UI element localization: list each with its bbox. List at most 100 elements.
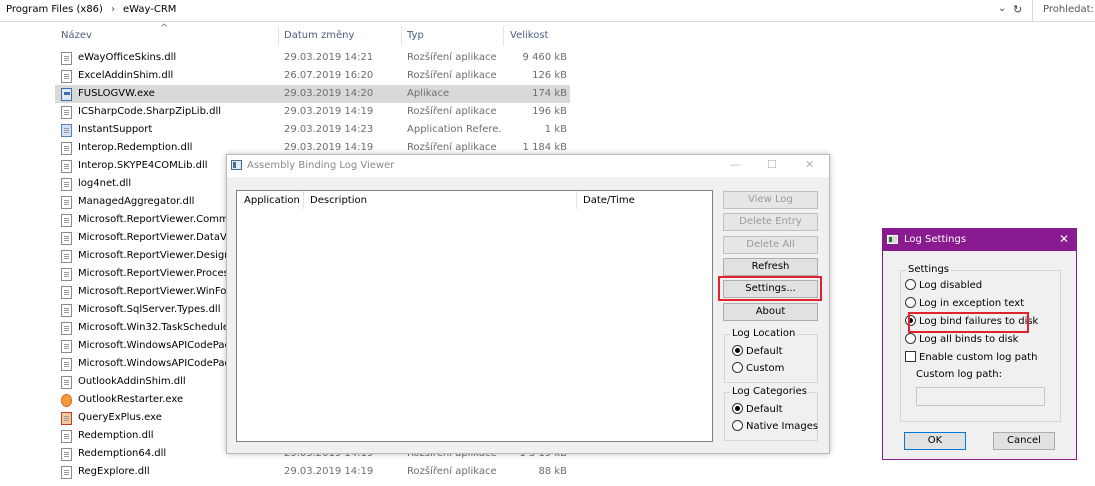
- log-categories-title: Log Categories: [730, 386, 809, 397]
- dll-file-icon: [61, 52, 72, 65]
- column-header-date[interactable]: Datum změny: [284, 30, 354, 41]
- column-header-size[interactable]: Velikost: [510, 30, 548, 41]
- file-type: Rozšíření aplikace: [407, 142, 497, 153]
- list-header-application[interactable]: Application: [244, 195, 300, 206]
- chevron-down-icon[interactable]: ⌄: [998, 3, 1006, 14]
- dll-file-icon: [61, 70, 72, 83]
- log-all-binds-radio[interactable]: Log all binds to disk: [905, 333, 1018, 345]
- app-icon: [231, 160, 242, 170]
- log-exception-radio[interactable]: Log in exception text: [905, 297, 1024, 309]
- radio-selected-icon: [732, 403, 743, 414]
- file-date: 29.03.2019 14:23: [284, 124, 374, 135]
- dll-file-icon: [61, 268, 72, 281]
- radio-unselected-icon: [732, 362, 743, 373]
- viewer-title: Assembly Binding Log Viewer: [247, 160, 395, 171]
- file-size: 1 184 kB: [522, 142, 567, 153]
- list-header-divider[interactable]: [576, 191, 577, 209]
- application-reference-icon: [61, 124, 72, 137]
- column-divider[interactable]: [503, 26, 504, 46]
- file-row[interactable]: RegExplore.dll 29.03.2019 14:19 Rozšíření …: [55, 463, 570, 481]
- file-name: RegExplore.dll: [78, 466, 150, 477]
- location-custom-radio[interactable]: Custom: [732, 362, 784, 374]
- settings-group-title: Settings: [906, 264, 952, 275]
- column-header-name[interactable]: Název: [61, 30, 92, 41]
- column-divider[interactable]: [401, 26, 402, 46]
- viewer-titlebar[interactable]: Assembly Binding Log Viewer — ☐ ✕: [227, 155, 829, 177]
- ok-button[interactable]: OK: [904, 432, 966, 450]
- dll-file-icon: [61, 142, 72, 155]
- file-name: Interop.Redemption.dll: [78, 142, 193, 153]
- list-header-divider[interactable]: [303, 191, 304, 209]
- dll-file-icon: [61, 340, 72, 353]
- delete-entry-button[interactable]: Delete Entry: [723, 213, 818, 231]
- dll-file-icon: [61, 286, 72, 299]
- file-name: ExcelAddinShim.dll: [78, 70, 174, 81]
- enable-custom-path-label: Enable custom log path: [919, 352, 1038, 363]
- file-name: eWayOfficeSkins.dll: [78, 52, 177, 63]
- file-row[interactable]: ExcelAddinShim.dll 26.07.2019 16:20 Rozšíř…: [55, 67, 570, 85]
- dll-file-icon: [61, 448, 72, 461]
- radio-unselected-icon: [905, 333, 916, 344]
- assembly-binding-log-viewer-window: Assembly Binding Log Viewer — ☐ ✕ Applic…: [226, 154, 830, 454]
- exe-file-icon: [61, 88, 72, 101]
- address-bar[interactable]: Program Files (x86) › eWay-CRM ⌄ ↻ Prohled…: [0, 0, 1095, 22]
- close-icon[interactable]: ✕: [1059, 232, 1069, 246]
- close-icon[interactable]: ✕: [805, 158, 814, 171]
- radio-selected-icon: [732, 345, 743, 356]
- column-divider[interactable]: [278, 26, 279, 46]
- dll-file-icon: [61, 214, 72, 227]
- outlook-restarter-icon: [61, 394, 72, 407]
- refresh-button[interactable]: Refresh: [723, 258, 818, 276]
- radio-unselected-icon: [905, 297, 916, 308]
- breadcrumb[interactable]: Program Files (x86) › eWay-CRM: [6, 4, 176, 15]
- categories-native-radio[interactable]: Native Images: [732, 420, 818, 432]
- breadcrumb-separator-icon: ›: [110, 4, 115, 15]
- location-default-label: Default: [746, 346, 783, 357]
- log-entries-list[interactable]: Application Description Date/Time: [236, 190, 713, 442]
- dll-file-icon: [61, 430, 72, 443]
- file-row[interactable]: FUSLOGVW.exe 29.03.2019 14:20 Aplikace 174 …: [55, 85, 570, 103]
- maximize-icon[interactable]: ☐: [767, 158, 777, 171]
- view-log-button[interactable]: View Log: [723, 191, 818, 209]
- custom-path-input[interactable]: [916, 387, 1045, 406]
- file-size: 174 kB: [532, 88, 567, 99]
- file-size: 1 kB: [544, 124, 567, 135]
- app-icon: [887, 235, 898, 244]
- location-default-radio[interactable]: Default: [732, 345, 783, 357]
- log-location-group: Log Location Default Custom: [724, 328, 818, 383]
- cancel-button[interactable]: Cancel: [993, 432, 1055, 450]
- file-date: 26.07.2019 16:20: [284, 70, 374, 81]
- column-header-type[interactable]: Typ: [407, 30, 424, 41]
- file-row[interactable]: eWayOfficeSkins.dll 29.03.2019 14:21 Rozší…: [55, 49, 570, 67]
- categories-default-label: Default: [746, 404, 783, 415]
- file-type: Rozšíření aplikace: [407, 466, 497, 477]
- categories-default-radio[interactable]: Default: [732, 403, 783, 415]
- file-row[interactable]: InstantSupport 29.03.2019 14:23 Applicatio…: [55, 121, 570, 139]
- list-header-datetime[interactable]: Date/Time: [583, 195, 635, 206]
- refresh-icon[interactable]: ↻: [1013, 3, 1022, 16]
- dll-file-icon: [61, 178, 72, 191]
- log-disabled-radio[interactable]: Log disabled: [905, 279, 982, 291]
- log-all-binds-label: Log all binds to disk: [919, 334, 1019, 345]
- breadcrumb-eway-crm[interactable]: eWay-CRM: [123, 4, 176, 15]
- file-row[interactable]: ICSharpCode.SharpZipLib.dll 29.03.2019 14…: [55, 103, 570, 121]
- file-date: 29.03.2019 14:19: [284, 142, 374, 153]
- dll-file-icon: [61, 160, 72, 173]
- enable-custom-path-checkbox[interactable]: Enable custom log path: [905, 351, 1037, 363]
- about-button[interactable]: About: [723, 303, 818, 321]
- dll-file-icon: [61, 250, 72, 263]
- log-location-title: Log Location: [730, 328, 798, 339]
- search-input[interactable]: Prohledat: eWay: [1032, 0, 1095, 22]
- delete-all-button[interactable]: Delete All: [723, 236, 818, 254]
- list-header-description[interactable]: Description: [310, 195, 367, 206]
- custom-path-label: Custom log path:: [916, 369, 1003, 380]
- log-categories-group: Log Categories Default Native Images: [724, 386, 818, 441]
- minimize-icon[interactable]: —: [730, 158, 741, 171]
- breadcrumb-program-files[interactable]: Program Files (x86): [6, 4, 103, 15]
- location-custom-label: Custom: [746, 363, 785, 374]
- settings-titlebar[interactable]: Log Settings ✕: [883, 229, 1076, 251]
- file-date: 29.03.2019 14:19: [284, 106, 374, 117]
- file-size: 88 kB: [538, 466, 567, 477]
- dll-file-icon: [61, 358, 72, 371]
- log-exception-label: Log in exception text: [919, 298, 1025, 309]
